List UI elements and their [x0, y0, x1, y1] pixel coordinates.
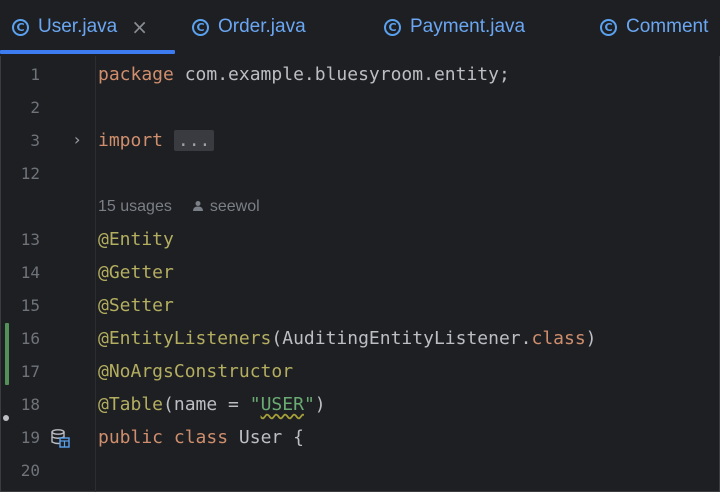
code-line: 14 @Getter: [0, 256, 720, 289]
line-number: 17: [20, 362, 40, 381]
code-line: 12: [0, 157, 720, 190]
code-editor[interactable]: 1 package com.example.bluesyroom.entity;…: [0, 56, 720, 492]
folded-imports[interactable]: ...: [173, 130, 215, 151]
tab-label: User.java: [38, 16, 118, 37]
tab-order-java[interactable]: C Order.java: [192, 12, 306, 42]
code-line: 20: [0, 454, 720, 487]
tab-label: Order.java: [218, 16, 306, 37]
line-content: @NoArgsConstructor: [98, 361, 294, 382]
line-number: 1: [30, 65, 40, 84]
line-number: 14: [20, 263, 40, 282]
code-line: 15 @Setter: [0, 289, 720, 322]
line-content: package com.example.bluesyroom.entity;: [98, 64, 510, 85]
code-line: 1 package com.example.bluesyroom.entity;: [0, 58, 720, 91]
class-icon: C: [600, 18, 617, 36]
line-content: import ...: [98, 124, 215, 157]
line-number: 20: [20, 461, 40, 480]
usages-hint[interactable]: 15 usages: [98, 198, 172, 215]
line-number: 19: [20, 428, 40, 447]
string-with-warning[interactable]: USER: [261, 394, 304, 415]
code-line: 16 @EntityListeners(AuditingEntityListen…: [0, 322, 720, 355]
line-number: 15: [20, 296, 40, 315]
class-icon: C: [12, 18, 29, 36]
code-line: 2: [0, 91, 720, 124]
code-line: 17 @NoArgsConstructor: [0, 355, 720, 388]
tab-user-java[interactable]: C User.java ×: [12, 12, 148, 42]
class-icon: C: [192, 18, 209, 36]
line-number: 12: [20, 164, 40, 183]
line-number: 18: [20, 395, 40, 414]
editor-tab-bar: C User.java × C Order.java C Payment.jav…: [0, 0, 720, 56]
database-table-icon[interactable]: [50, 428, 70, 448]
tab-comment[interactable]: C Comment: [600, 12, 708, 42]
line-content: @EntityListeners(AuditingEntityListener.…: [98, 328, 597, 349]
code-line: 18 @Table(name = "USER"): [0, 388, 720, 421]
user-icon: [192, 201, 203, 211]
chevron-right-icon[interactable]: ›: [74, 132, 90, 148]
line-content: @Table(name = "USER"): [98, 394, 326, 415]
line-content: @Setter: [98, 295, 174, 316]
line-number: 16: [20, 329, 40, 348]
code-line: 3 › import ...: [0, 124, 720, 157]
line-number: 3: [30, 131, 40, 150]
class-icon: C: [384, 18, 401, 36]
tab-label: Comment: [626, 16, 709, 37]
active-tab-indicator: [0, 50, 175, 54]
line-content: @Entity: [98, 229, 174, 250]
code-vision-hint: 15 usages seewol: [0, 190, 720, 223]
code-line: 13 @Entity: [0, 223, 720, 256]
close-icon[interactable]: ×: [131, 17, 148, 37]
tab-label: Payment.java: [410, 16, 526, 37]
line-number: 2: [30, 98, 40, 117]
line-content: public class User {: [98, 427, 304, 448]
tab-payment-java[interactable]: C Payment.java: [384, 12, 525, 42]
line-number: 13: [20, 230, 40, 249]
line-content: @Getter: [98, 262, 174, 283]
author-hint[interactable]: seewol: [192, 198, 260, 215]
code-line: 19 public class User {: [0, 421, 720, 454]
